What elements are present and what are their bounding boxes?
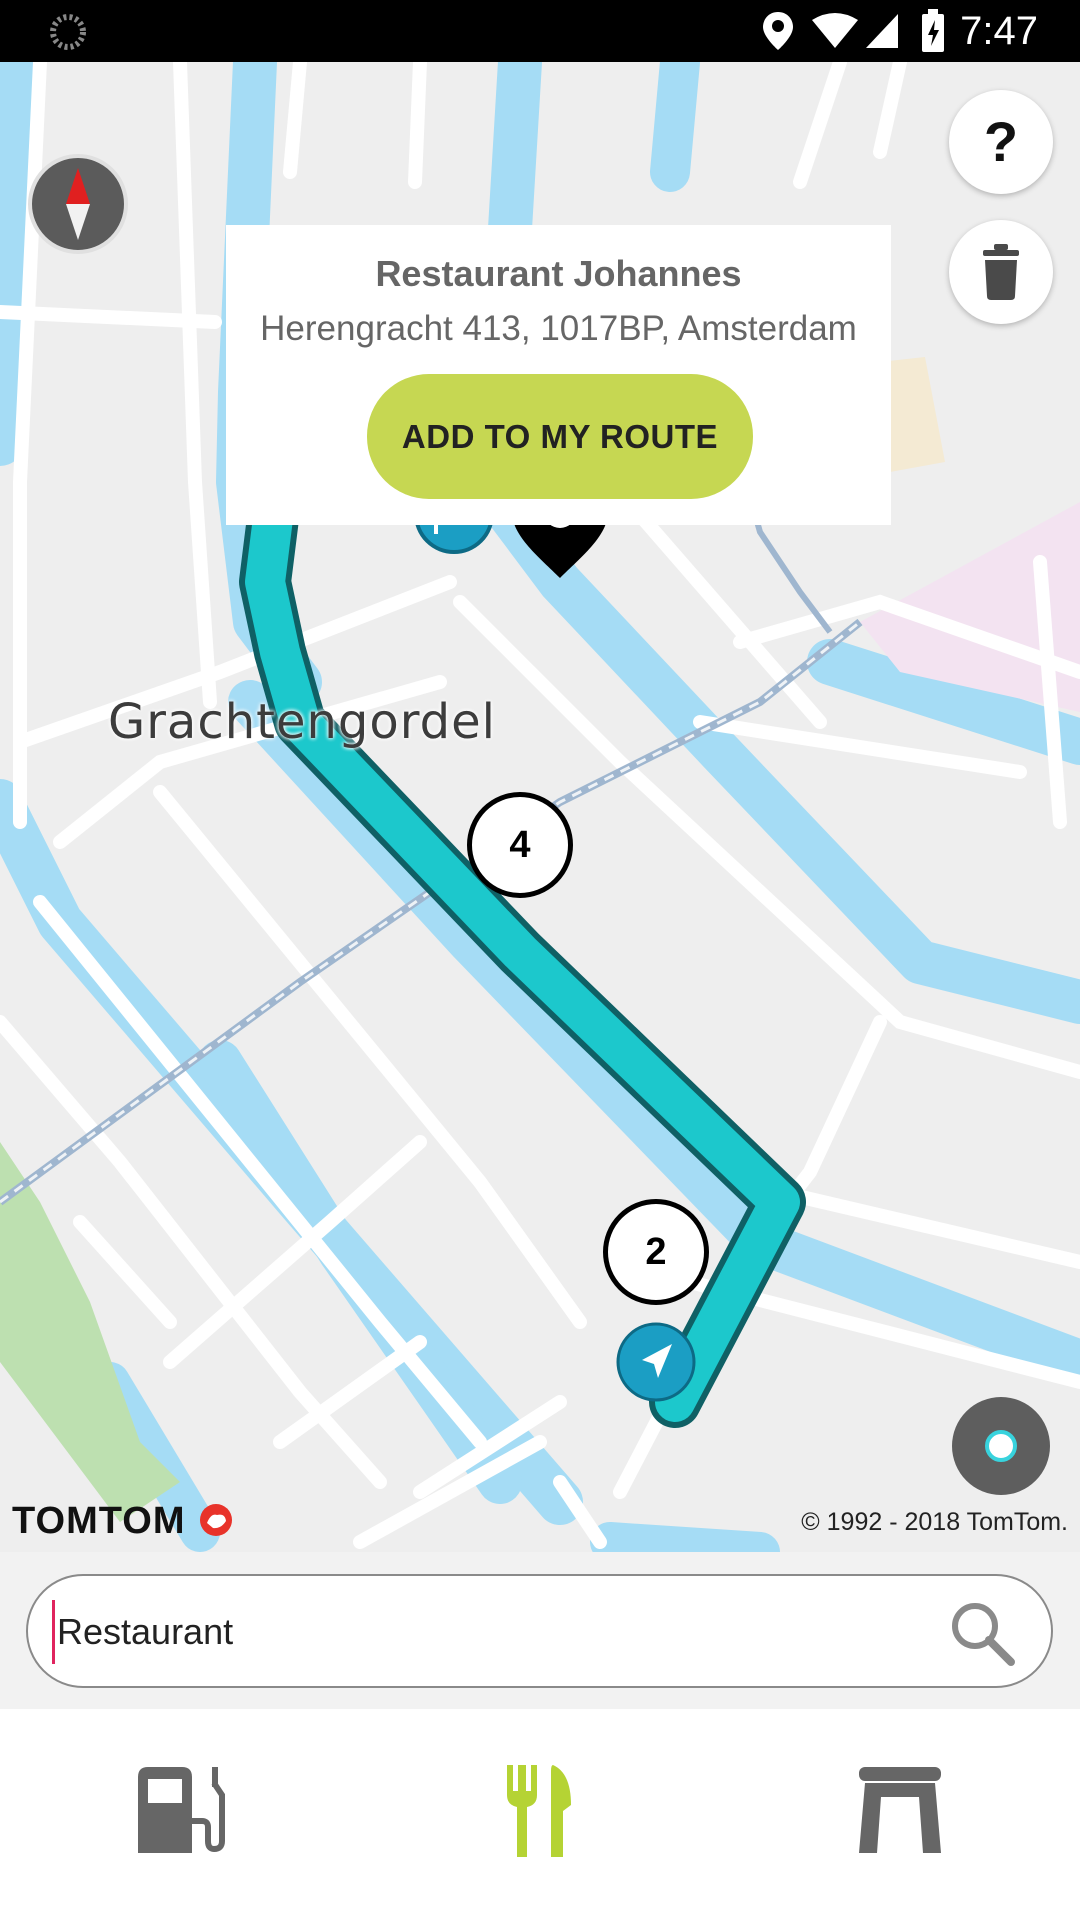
- parking-garage-icon[interactable]: [845, 1761, 955, 1861]
- clock: 7:47: [960, 9, 1038, 53]
- tomtom-logo: TOMTOM: [12, 1500, 235, 1543]
- trash-icon: [983, 244, 1019, 300]
- poi-address: Herengracht 413, 1017BP, Amsterdam: [260, 309, 857, 348]
- route-marker-2[interactable]: 2: [603, 1199, 709, 1305]
- location-dot-icon: [985, 1430, 1017, 1462]
- location-icon: [763, 12, 793, 50]
- search-area: [0, 1552, 1080, 1709]
- search-box[interactable]: [26, 1574, 1053, 1688]
- poi-popup: Restaurant Johannes Herengracht 413, 101…: [226, 225, 891, 525]
- signal-icon: [866, 14, 898, 48]
- fuel-pump-icon[interactable]: [130, 1761, 240, 1861]
- current-position-icon: [616, 1322, 696, 1402]
- tomtom-hand-icon: [200, 1504, 233, 1536]
- compass-button[interactable]: [28, 154, 128, 254]
- category-bar: [0, 1709, 1080, 1920]
- logo-text: TOMTOM: [12, 1500, 186, 1542]
- search-icon[interactable]: [947, 1598, 1017, 1668]
- help-label: ?: [983, 110, 1019, 173]
- compass-icon: [66, 168, 90, 240]
- map-area-label: Grachtengordel: [108, 694, 496, 750]
- help-button[interactable]: ?: [949, 90, 1053, 194]
- wifi-icon: [812, 13, 858, 48]
- add-to-route-button[interactable]: ADD TO MY ROUTE: [367, 374, 753, 499]
- route-marker-4[interactable]: 4: [467, 792, 573, 898]
- map-view[interactable]: ? Grachtengordel 4 2 Restaurant Johannes…: [0, 62, 1080, 1552]
- poi-title: Restaurant Johannes: [375, 253, 742, 294]
- status-bar: 7:47: [0, 0, 1080, 62]
- recenter-button[interactable]: [952, 1397, 1050, 1495]
- map-copyright: © 1992 - 2018 TomTom.: [801, 1508, 1068, 1536]
- sync-icon: [50, 14, 86, 50]
- battery-charging-icon: [922, 9, 944, 52]
- delete-button[interactable]: [949, 220, 1053, 324]
- fork-knife-icon[interactable]: [485, 1761, 595, 1861]
- search-input[interactable]: [52, 1600, 939, 1664]
